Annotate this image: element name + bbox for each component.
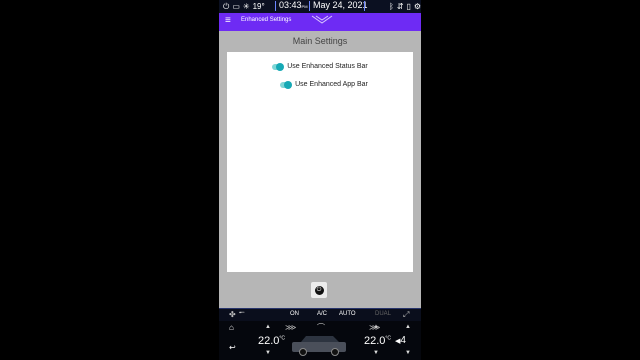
toggle-knob bbox=[284, 80, 293, 89]
power-icon: ⏻ bbox=[314, 285, 324, 295]
rear-defrost-icon[interactable]: ⋙ bbox=[285, 323, 296, 332]
left-temp-value: 22.0 bbox=[258, 335, 280, 347]
bluetooth-icon: ᛒ bbox=[389, 2, 394, 11]
date: May 24, 2021 bbox=[313, 0, 368, 10]
brand-logo-icon bbox=[311, 15, 333, 24]
vehicle-illustration bbox=[292, 336, 346, 356]
fan-icon[interactable]: ✤ bbox=[229, 310, 236, 319]
status-bar: ⏻ ▭ ✳ 19° 03:43PM May 24, 2021 ᛒ ⇵ ▯ ⚙ bbox=[219, 0, 421, 13]
enhanced-app-bar-toggle[interactable] bbox=[280, 80, 293, 89]
app-bar-title: Enhanced Settings bbox=[241, 17, 292, 23]
toggle-knob bbox=[276, 62, 285, 71]
back-icon[interactable]: ↩ bbox=[229, 343, 236, 352]
setting-enhanced-status-bar[interactable]: Use Enhanced Status Bar bbox=[227, 62, 413, 71]
power-icon[interactable]: ⏻ bbox=[223, 1, 229, 12]
front-defrost-icon[interactable]: ⋙ bbox=[369, 323, 380, 332]
setting-label: Use Enhanced Status Bar bbox=[287, 63, 368, 70]
seat-heat-icon[interactable]: ⤢ bbox=[403, 310, 409, 320]
right-temp-down-arrow[interactable]: ▼ bbox=[373, 350, 379, 356]
status-divider bbox=[275, 1, 276, 11]
right-temp-unit: °C bbox=[385, 335, 392, 342]
snow-icon: ✳ bbox=[242, 2, 250, 11]
left-temp-unit: °C bbox=[279, 335, 286, 342]
setting-label: Use Enhanced App Bar bbox=[295, 81, 368, 88]
fan-speed-indicator: ▪▪▫▫▫▫ bbox=[239, 310, 245, 316]
ac-button[interactable]: A/C bbox=[317, 311, 327, 317]
clock: 03:43PM bbox=[279, 0, 308, 10]
home-icon[interactable]: ⌂ bbox=[229, 323, 234, 332]
outside-temperature: 19° bbox=[252, 2, 265, 11]
dual-button[interactable]: DUAL bbox=[375, 311, 391, 317]
left-temp-down-arrow[interactable]: ▼ bbox=[265, 350, 271, 356]
power-button[interactable]: ⏻ bbox=[311, 282, 327, 298]
app-screen: ⏻ ▭ ✳ 19° 03:43PM May 24, 2021 ᛒ ⇵ ▯ ⚙ ≡… bbox=[219, 0, 421, 360]
climate-bar: ✤ ▪▪▫▫▫▫ ON A/C AUTO DUAL ⤢ ⌂ ↩ ▲ ▼ ⋙ 22… bbox=[219, 308, 421, 360]
fan-up-arrow[interactable]: ▲ bbox=[405, 324, 411, 330]
status-divider bbox=[309, 1, 310, 11]
status-divider bbox=[364, 1, 365, 11]
usb-icon: ⇵ bbox=[396, 2, 404, 11]
menu-icon[interactable]: ≡ bbox=[225, 15, 231, 26]
climate-top-row: ✤ ▪▪▫▫▫▫ ON A/C AUTO DUAL ⤢ bbox=[219, 308, 421, 321]
fan-level: ◀4 bbox=[395, 335, 406, 346]
left-temperature: 22.0°C bbox=[258, 335, 285, 347]
setting-enhanced-app-bar[interactable]: Use Enhanced App Bar bbox=[231, 80, 417, 89]
settings-icon[interactable]: ⚙ bbox=[414, 1, 421, 12]
page-title: Main Settings bbox=[292, 36, 348, 46]
phone-icon: ▯ bbox=[406, 2, 411, 11]
right-temperature: 22.0°C bbox=[364, 335, 391, 347]
battery-icon: ▭ bbox=[232, 2, 240, 11]
clock-time: 03:43 bbox=[279, 0, 302, 10]
settings-card: Use Enhanced Status Bar Use Enhanced App… bbox=[227, 52, 413, 272]
airflow-icon[interactable]: ⌒ bbox=[317, 322, 325, 333]
fan-level-value: 4 bbox=[400, 335, 406, 346]
auto-button[interactable]: AUTO bbox=[339, 311, 356, 317]
enhanced-status-bar-toggle[interactable] bbox=[272, 62, 285, 71]
fan-down-arrow[interactable]: ▼ bbox=[405, 350, 411, 356]
climate-on-button[interactable]: ON bbox=[290, 311, 299, 317]
right-temp-value: 22.0 bbox=[364, 335, 386, 347]
clock-suffix: PM bbox=[301, 4, 308, 9]
app-bar: ≡ Enhanced Settings bbox=[219, 13, 421, 31]
left-temp-up-arrow[interactable]: ▲ bbox=[265, 324, 271, 330]
